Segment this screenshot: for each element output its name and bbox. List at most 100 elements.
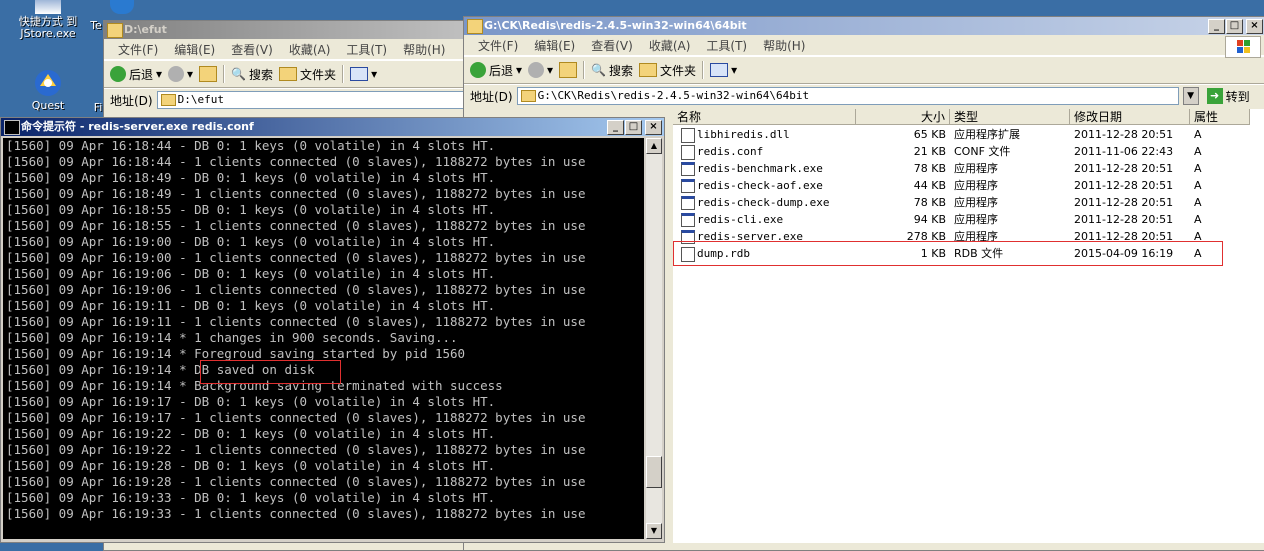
search-button[interactable]: 🔍 搜索 [231, 66, 273, 83]
up-folder-button[interactable] [199, 66, 218, 82]
console-line: [1560] 09 Apr 16:19:11 - DB 0: 1 keys (0… [6, 298, 496, 313]
desktop-icon-sublabel: JStore.exe [20, 27, 76, 40]
folders-button[interactable]: 文件夹 [639, 62, 696, 79]
console-line: [1560] 09 Apr 16:18:44 - 1 clients conne… [6, 154, 586, 169]
scroll-thumb[interactable] [646, 456, 662, 488]
column-attr[interactable]: 属性 [1190, 109, 1250, 125]
file-attr: A [1194, 145, 1202, 158]
up-folder-icon [559, 62, 578, 78]
file-name: redis-benchmark.exe [697, 162, 823, 175]
file-size: 21 KB [913, 145, 946, 158]
search-button[interactable]: 🔍 搜索 [591, 62, 633, 79]
file-row[interactable]: redis-cli.exe 94 KB 应用程序 2011-12-28 20:51 A [673, 211, 1233, 228]
file-icon [681, 145, 695, 160]
minimize-button[interactable]: _ [607, 120, 624, 135]
toolbar-separator [702, 61, 705, 79]
console-output[interactable]: [1560] 09 Apr 16:18:44 - DB 0: 1 keys (0… [3, 138, 644, 539]
title-bar[interactable]: 命令提示符 - redis-server.exe redis.conf _ □ … [1, 118, 664, 136]
menu-favorites[interactable]: 收藏(A) [281, 41, 339, 58]
toolbar-separator [223, 65, 226, 83]
file-type: 应用程序 [954, 213, 998, 226]
address-label: 地址(D) [110, 93, 153, 108]
address-input[interactable]: D:\efut [156, 91, 469, 109]
menu-bar: 文件(F) 编辑(E) 查看(V) 收藏(A) 工具(T) 帮助(H) [104, 39, 469, 60]
up-folder-button[interactable] [559, 62, 578, 78]
folders-icon [279, 67, 298, 81]
column-modified[interactable]: 修改日期 [1070, 109, 1190, 125]
up-folder-icon [199, 66, 218, 82]
console-window[interactable]: 命令提示符 - redis-server.exe redis.conf _ □ … [0, 117, 665, 543]
menu-tools[interactable]: 工具(T) [338, 41, 395, 58]
maximize-button[interactable]: □ [1226, 19, 1243, 34]
file-list[interactable]: 名称 大小 类型 修改日期 属性 libhiredis.dll 65 KB 应用程序… [673, 109, 1264, 543]
folders-button[interactable]: 文件夹 [279, 66, 336, 83]
file-size: 78 KB [913, 162, 946, 175]
menu-file[interactable]: 文件(F) [470, 37, 526, 54]
console-line: [1560] 09 Apr 16:18:49 - 1 clients conne… [6, 186, 586, 201]
menu-favorites[interactable]: 收藏(A) [641, 37, 699, 54]
desktop-icon-blue[interactable] [108, 0, 136, 16]
desktop-icon-jstore[interactable]: 快捷方式 到 JStore.exe [8, 0, 88, 40]
file-attr: A [1194, 162, 1202, 175]
desktop-icon-quest[interactable]: Quest [20, 68, 76, 112]
console-line: [1560] 09 Apr 16:19:06 - DB 0: 1 keys (0… [6, 266, 496, 281]
menu-view[interactable]: 查看(V) [223, 41, 281, 58]
go-arrow-icon: ➜ [1206, 88, 1223, 104]
column-type[interactable]: 类型 [950, 109, 1070, 125]
title-bar[interactable]: G:\CK\Redis\redis-2.4.5-win32-win64\64bi… [464, 17, 1264, 35]
desktop-icon-label: Fi [93, 101, 103, 114]
maximize-button[interactable]: □ [625, 120, 642, 135]
menu-help[interactable]: 帮助(H) [755, 37, 813, 54]
minimize-button[interactable]: _ [1208, 19, 1225, 34]
file-modified: 2011-12-28 20:51 [1074, 162, 1174, 175]
windows-logo-icon [1225, 36, 1261, 58]
back-button[interactable]: 后退 ▾ [470, 62, 522, 79]
window-title: D:\efut [124, 23, 167, 36]
file-modified: 2011-12-28 20:51 [1074, 213, 1174, 226]
folder-icon [160, 94, 176, 106]
menu-edit[interactable]: 编辑(E) [526, 37, 583, 54]
scroll-down-button[interactable]: ▼ [646, 523, 662, 539]
close-button[interactable]: × [1246, 19, 1263, 34]
menu-help[interactable]: 帮助(H) [395, 41, 453, 58]
title-bar[interactable]: D:\efut [104, 21, 469, 39]
window-controls: _ □ × [1208, 19, 1263, 34]
close-button[interactable]: × [645, 120, 662, 135]
file-row[interactable]: libhiredis.dll 65 KB 应用程序扩展 2011-12-28 20:5… [673, 126, 1233, 143]
window-title: 命令提示符 - redis-server.exe redis.conf [21, 120, 254, 133]
exe-icon [681, 179, 695, 193]
menu-view[interactable]: 查看(V) [583, 37, 641, 54]
column-name[interactable]: 名称 [673, 109, 856, 125]
forward-button[interactable]: ▾ [168, 66, 193, 82]
file-size: 65 KB [913, 128, 946, 141]
file-row[interactable]: redis-check-dump.exe 78 KB 应用程序 2011-12-28 … [673, 194, 1233, 211]
file-row[interactable]: redis-check-aof.exe 44 KB 应用程序 2011-12-28 2… [673, 177, 1233, 194]
scroll-up-button[interactable]: ▲ [646, 138, 662, 154]
menu-edit[interactable]: 编辑(E) [166, 41, 223, 58]
console-line: [1560] 09 Apr 16:18:55 - DB 0: 1 keys (0… [6, 202, 496, 217]
desktop-icon-label: Te [90, 19, 102, 32]
file-row[interactable]: redis-benchmark.exe 78 KB 应用程序 2011-12-28 2… [673, 160, 1233, 177]
console-line: [1560] 09 Apr 16:19:00 - DB 0: 1 keys (0… [6, 234, 496, 249]
address-dropdown-button[interactable]: ▼ [1182, 87, 1199, 105]
console-line: [1560] 09 Apr 16:19:28 - DB 0: 1 keys (0… [6, 458, 496, 473]
forward-button[interactable]: ▾ [528, 62, 553, 78]
address-input[interactable]: G:\CK\Redis\redis-2.4.5-win32-win64\64bi… [516, 87, 1179, 105]
address-bar: 地址(D) D:\efut [104, 88, 469, 111]
file-row[interactable]: redis.conf 21 KB CONF 文件 2011-11-06 22:43 A [673, 143, 1233, 160]
console-line: [1560] 09 Apr 16:19:14 * 1 changes in 90… [6, 330, 458, 345]
file-modified: 2011-12-28 20:51 [1074, 196, 1174, 209]
folder-icon [107, 23, 123, 38]
back-button[interactable]: 后退 ▾ [110, 66, 162, 83]
console-scrollbar[interactable]: ▲ ▼ [646, 138, 662, 539]
column-size[interactable]: 大小 [856, 109, 950, 125]
menu-file[interactable]: 文件(F) [110, 41, 166, 58]
go-button[interactable]: ➜ 转到 [1206, 88, 1250, 105]
views-button[interactable]: ▾ [350, 67, 377, 81]
file-size: 44 KB [913, 179, 946, 192]
file-type: CONF 文件 [954, 145, 1011, 158]
menu-tools[interactable]: 工具(T) [698, 37, 755, 54]
views-button[interactable]: ▾ [710, 63, 737, 77]
file-name: redis-check-aof.exe [697, 179, 823, 192]
console-line: [1560] 09 Apr 16:19:17 - 1 clients conne… [6, 410, 586, 425]
